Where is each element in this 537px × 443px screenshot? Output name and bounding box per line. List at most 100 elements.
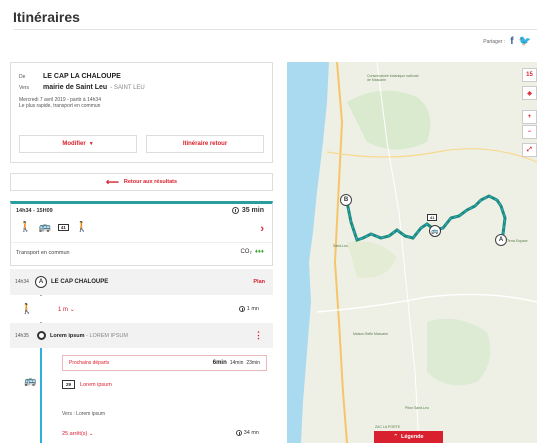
- twitter-icon[interactable]: 🐦: [519, 36, 531, 47]
- trip-meta: Mercredi 7 avril 2019 - partir à 14h34 L…: [19, 97, 264, 109]
- departures-label: Prochains départs: [69, 360, 110, 366]
- search-actions: Modifier ▼ Itinéraire retour: [19, 135, 264, 153]
- walk-icon: 🚶: [75, 222, 89, 233]
- start-time: 14h34: [15, 279, 29, 285]
- page-title: Itinéraires: [13, 9, 80, 25]
- trip-steps: 14h34 A LE CAP CHALOUPE Plan 🚶 1 m ⌄ 1 m…: [10, 269, 273, 443]
- itinerary-panel: De LE CAP LA CHALOUPE Vers mairie de Sai…: [10, 62, 273, 266]
- map-label-zac: ZAC LA PORTE: [375, 425, 401, 429]
- step-start: 14h34 A LE CAP CHALOUPE Plan: [10, 269, 273, 295]
- bus-line-badge: 41: [57, 224, 69, 231]
- zoom-out-button[interactable]: −: [522, 125, 537, 139]
- bus-stop-city: - LOREM IPSUM: [86, 332, 128, 339]
- map-bus-line-label: 41: [427, 214, 438, 221]
- search-summary-card: De LE CAP LA CHALOUPE Vers mairie de Sai…: [10, 62, 273, 163]
- from-label: De: [19, 74, 26, 80]
- share-bar: Partager : f 🐦: [483, 36, 531, 47]
- co2-indicator: CO₂ ♦♦♦: [240, 249, 264, 255]
- bus-icon: 🚌: [24, 376, 37, 387]
- departure-times: 6min 14min 23min: [213, 360, 260, 366]
- bus-timeline-line: [40, 341, 42, 443]
- chevron-down-icon: ⌄: [69, 306, 75, 313]
- caret-down-icon: ▼: [88, 141, 94, 147]
- ride-duration: 34 mn: [235, 430, 259, 436]
- from-value: LE CAP LA CHALOUPE: [43, 73, 121, 80]
- title-divider: [13, 29, 537, 30]
- bus-line-number: 29: [62, 380, 76, 389]
- trip-divider: [11, 242, 272, 243]
- back-label: Retour aux résultats: [123, 179, 178, 185]
- modify-button[interactable]: Modifier ▼: [19, 135, 137, 153]
- chevron-up-icon: ⌃: [393, 434, 398, 440]
- bus-stop-label: Lorem ipsum: [50, 332, 85, 339]
- bus-stop-name: Lorem ipsum - LOREM IPSUM: [50, 333, 128, 339]
- departure-first: 6min: [212, 360, 227, 366]
- map-label-terra: Terra Espace: [507, 239, 528, 243]
- departure-third: 23min: [246, 360, 260, 366]
- layers-icon[interactable]: ◈: [522, 86, 537, 100]
- trip-duration: 35 min: [231, 207, 264, 214]
- walk-icon: 🚶: [19, 222, 32, 233]
- more-options-icon[interactable]: ⋮: [254, 330, 263, 341]
- fullscreen-icon[interactable]: ⤢: [522, 143, 537, 157]
- clock-icon: [238, 306, 245, 312]
- trip-mode: Transport en commun: [16, 250, 70, 256]
- return-itinerary-button[interactable]: Itinéraire retour: [146, 135, 264, 153]
- chevron-right-icon[interactable]: ›: [260, 223, 264, 235]
- legend-label: Légende: [400, 434, 424, 440]
- step-walk: 🚶 1 m ⌄ 1 mn: [10, 296, 273, 322]
- trip-time-range: 14h34 - 15H09: [16, 208, 53, 214]
- chevron-down-icon: ⌄: [88, 431, 94, 437]
- bus-line: 29 Lorem ipsum: [62, 380, 112, 389]
- mode-line: Le plus rapide, transport en commun: [19, 103, 101, 109]
- start-stop-name: LE CAP CHALOUPE: [51, 279, 109, 285]
- bus-icon: 🚌: [38, 222, 51, 233]
- from-row: De LE CAP LA CHALOUPE: [19, 73, 264, 80]
- back-to-results-button[interactable]: ⟵ Retour aux résultats: [10, 173, 273, 191]
- legend-button[interactable]: ⌃ Légende: [374, 431, 443, 443]
- trip-modes: 🚶 🚌 41 🚶: [19, 222, 88, 233]
- stop-time: 14h35: [15, 332, 29, 339]
- map-canvas: [287, 62, 537, 443]
- map-label-saint-leu: Saint-Leu: [333, 244, 348, 248]
- map-label-piton: Piton Saint-Leu: [405, 406, 429, 410]
- stops-count-toggle[interactable]: 25 arrêt(s) ⌄: [62, 431, 94, 437]
- modify-label: Modifier: [62, 141, 86, 147]
- stops-count: 25 arrêt(s): [62, 431, 88, 437]
- to-label: Vers: [19, 85, 30, 91]
- clock-icon: [235, 430, 242, 436]
- leaf-icon: ♦♦♦: [254, 249, 264, 255]
- zoom-in-button[interactable]: +: [522, 110, 537, 124]
- map-label-maison-belle: Maison Belle Mascarin: [353, 332, 389, 336]
- map-bus-icon: 🚌: [429, 225, 441, 237]
- facebook-icon[interactable]: f: [510, 36, 513, 47]
- departure-second: 14min: [229, 360, 244, 366]
- map-start-pin[interactable]: A: [495, 234, 507, 246]
- itineraries-page: Itinéraires Partager : f 🐦 De LE CAP LA …: [0, 0, 537, 443]
- co2-label: CO₂: [240, 249, 252, 255]
- map-end-pin[interactable]: B: [340, 194, 352, 206]
- arrow-left-icon: ⟵: [105, 176, 119, 187]
- trip-duration-value: 35 min: [241, 207, 264, 214]
- walk-duration: 1 mn: [238, 306, 259, 312]
- walk-duration-value: 1 mn: [246, 306, 259, 312]
- next-departures: Prochains départs 6min 14min 23min: [62, 355, 267, 371]
- stop-marker: [37, 331, 46, 340]
- to-value: mairie de Saint Leu: [43, 84, 108, 91]
- walk-distance[interactable]: 1 m ⌄: [58, 306, 75, 313]
- trip-summary-card[interactable]: 14h34 - 15H09 35 min 🚶 🚌 41 🚶 › Transpor…: [10, 201, 273, 266]
- walk-icon: 🚶: [20, 303, 34, 315]
- zoom-level[interactable]: 15: [522, 68, 537, 82]
- share-label: Partager :: [483, 38, 506, 45]
- plan-link[interactable]: Plan: [253, 279, 265, 285]
- start-marker: A: [35, 276, 47, 288]
- to-row: Vers mairie de Saint Leu - SAINT LEU: [19, 84, 264, 91]
- to-city: - SAINT LEU: [110, 85, 145, 91]
- map-label-conservatoire: Conservatoire botanique national de Masc…: [367, 74, 419, 82]
- step-bus-stop: 14h35 Lorem ipsum - LOREM IPSUM ⋮: [10, 323, 273, 348]
- walk-distance-value: 1 m: [58, 306, 69, 313]
- route-map[interactable]: 15 ◈ + − ⤢ B A 🚌 41 Conservatoire botani…: [287, 62, 537, 443]
- ride-duration-value: 34 mn: [243, 430, 259, 436]
- clock-icon: [231, 207, 239, 214]
- bus-line-name: Lorem ipsum: [80, 381, 112, 388]
